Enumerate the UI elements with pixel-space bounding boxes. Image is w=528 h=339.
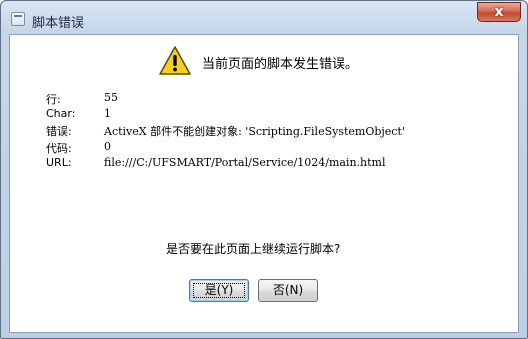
error-headline: 当前页面的脚本发生错误。 xyxy=(202,57,359,72)
script-error-dialog: 脚本错误 x 当前页面的脚本发生错误。 行: 55 Char: 1 错误: Ac… xyxy=(0,0,528,339)
detail-value: 1 xyxy=(104,107,111,121)
detail-value: 55 xyxy=(104,91,118,104)
detail-label: 错误: xyxy=(46,125,72,139)
detail-value: ActiveX 部件不能创建对象: 'Scripting.FileSystemO… xyxy=(104,125,405,139)
warning-icon xyxy=(159,46,191,75)
close-icon: x xyxy=(494,4,504,20)
detail-label: 行: xyxy=(46,93,61,106)
continue-question: 是否要在此页面上继续运行脚本? xyxy=(166,242,341,256)
focus-ring xyxy=(193,283,245,298)
detail-label: 代码: xyxy=(46,141,72,155)
detail-value: 0 xyxy=(104,139,111,153)
dialog-body: 当前页面的脚本发生错误。 行: 55 Char: 1 错误: ActiveX 部… xyxy=(9,34,519,333)
window-title: 脚本错误 xyxy=(32,16,85,31)
detail-label: Char: xyxy=(46,107,76,121)
title-bar[interactable]: 脚本错误 x xyxy=(1,1,527,35)
script-window-icon xyxy=(11,12,25,26)
detail-value: file:///C:/UFSMART/Portal/Service/1024/m… xyxy=(104,155,386,169)
detail-label: URL: xyxy=(46,155,72,169)
no-button-label: 否(N) xyxy=(272,283,304,297)
close-button[interactable]: x xyxy=(477,2,521,22)
no-button[interactable]: 否(N) xyxy=(258,279,318,302)
yes-button[interactable]: 是(Y) xyxy=(189,279,249,302)
